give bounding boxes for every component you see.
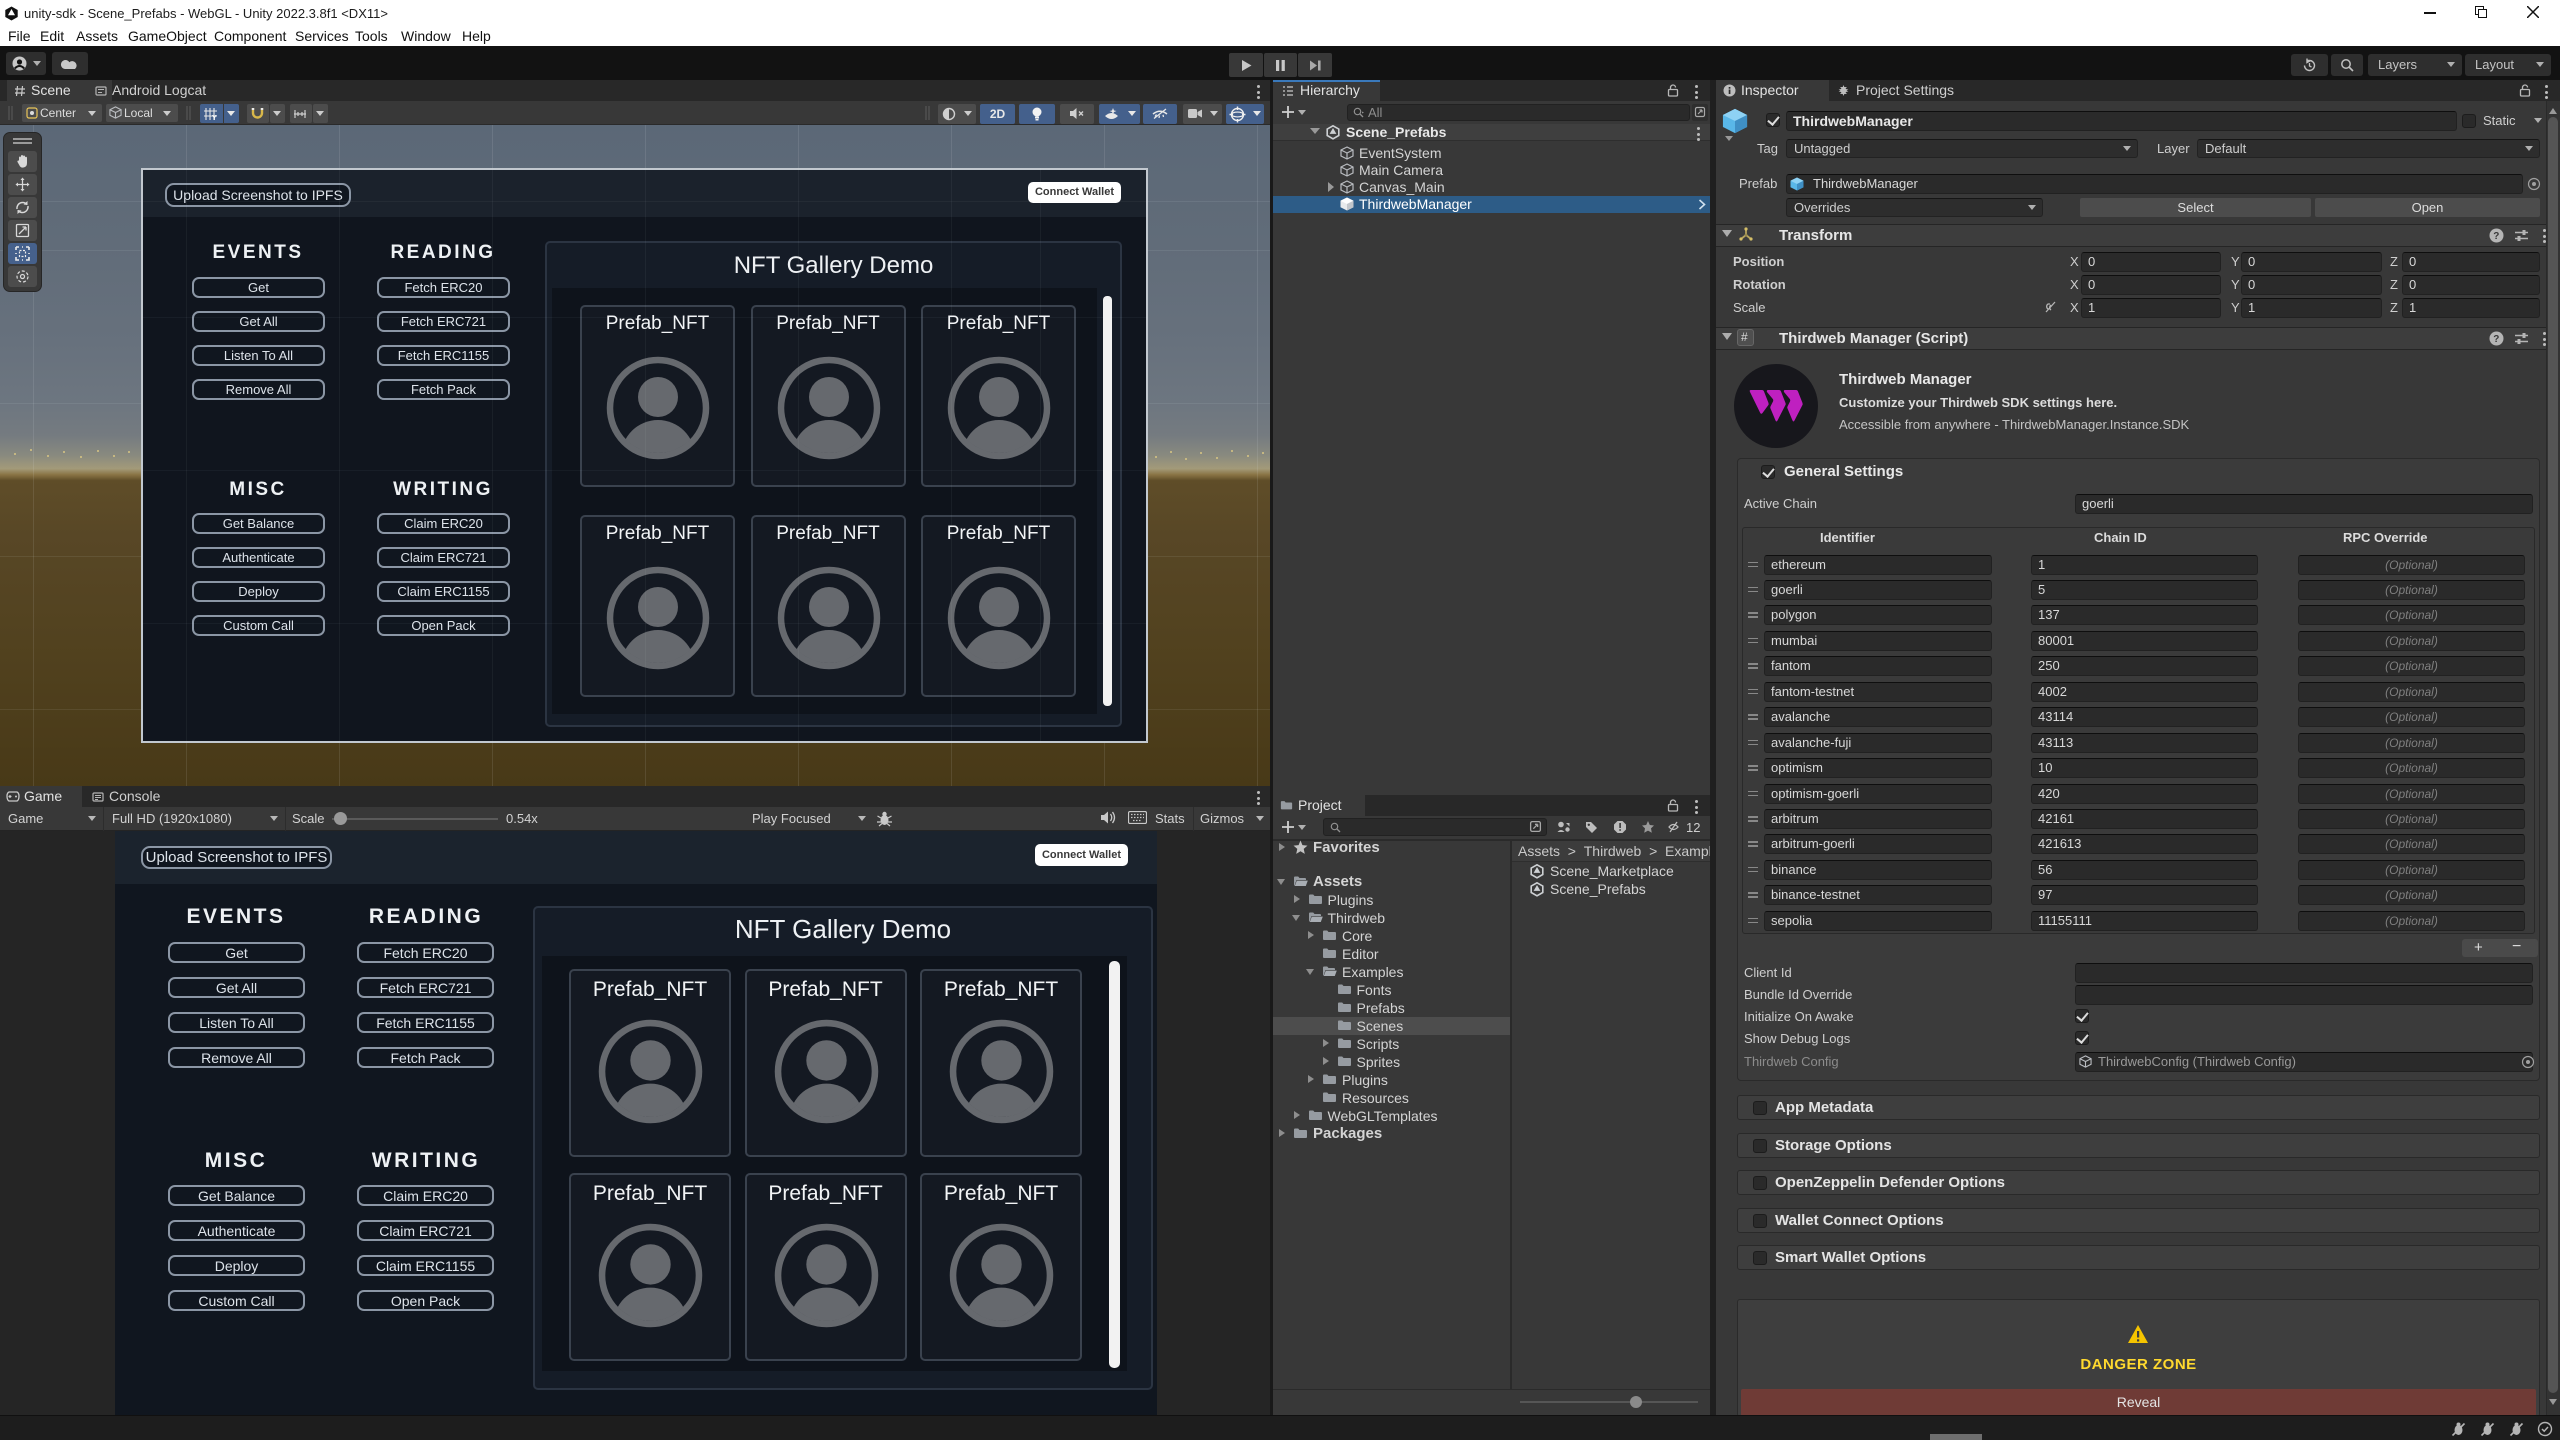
svg-text:?: ? xyxy=(2493,231,2499,242)
svg-text:Y: Y xyxy=(212,115,217,121)
svg-text:?: ? xyxy=(2493,334,2499,345)
